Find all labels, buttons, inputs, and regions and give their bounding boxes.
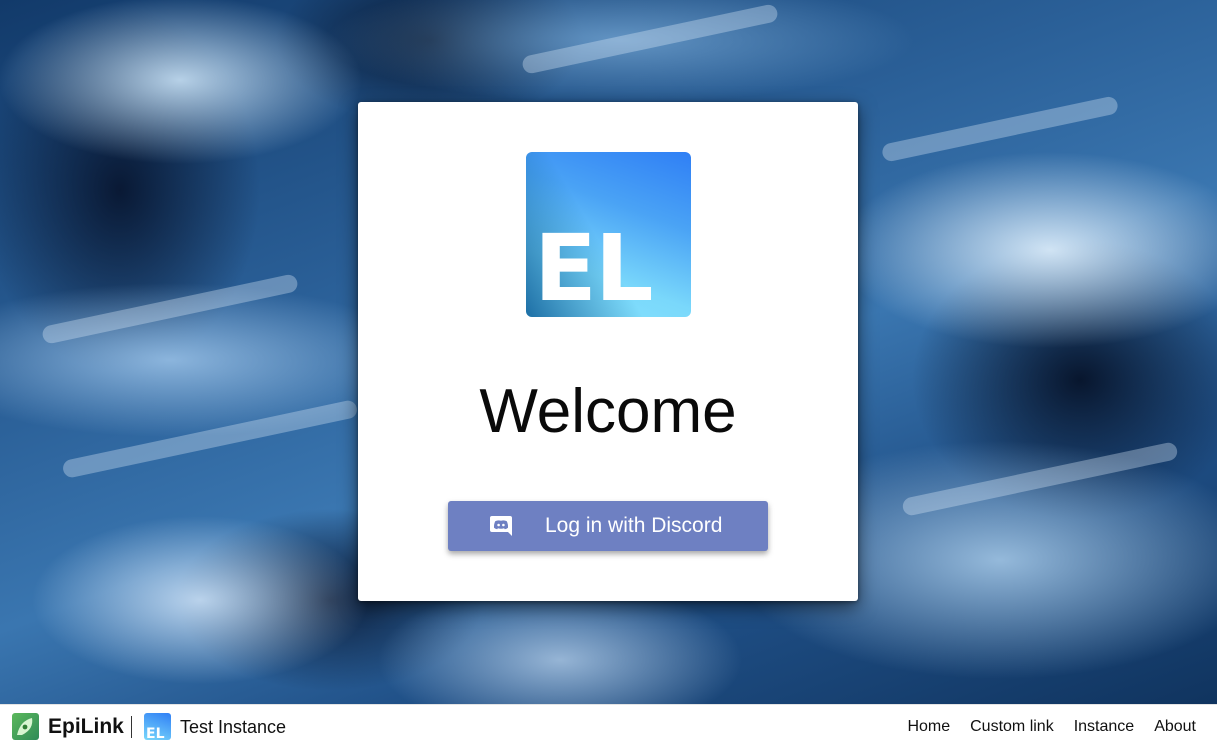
discord-login-button[interactable]: Log in with Discord	[448, 501, 768, 551]
login-page: EL Welcome Log in with Discord EpiLink E…	[0, 0, 1217, 748]
nav-link-instance[interactable]: Instance	[1074, 705, 1134, 748]
discord-login-label: Log in with Discord	[545, 514, 723, 537]
instance-name: Test Instance	[180, 717, 287, 737]
instance-logo: EL	[526, 152, 691, 317]
instance-logo-small: EL	[144, 713, 171, 740]
nav-link-home[interactable]: Home	[907, 705, 950, 748]
discord-icon	[490, 516, 512, 536]
nav-link-about[interactable]: About	[1154, 705, 1196, 748]
epilink-icon	[17, 718, 33, 735]
epilink-logo[interactable]	[12, 713, 39, 740]
footer-bar: EpiLink EL Test Instance Home Custom lin…	[0, 704, 1217, 748]
brand-name[interactable]: EpiLink	[48, 705, 124, 748]
instance-logo-text: EL	[146, 726, 165, 740]
login-card: EL Welcome Log in with Discord	[358, 102, 858, 601]
nav-link-custom[interactable]: Custom link	[970, 705, 1054, 748]
logo-text: EL	[534, 215, 653, 317]
footer-divider	[131, 716, 132, 738]
footer-nav: Home Custom link Instance About	[887, 705, 1196, 748]
welcome-title: Welcome	[479, 377, 737, 446]
